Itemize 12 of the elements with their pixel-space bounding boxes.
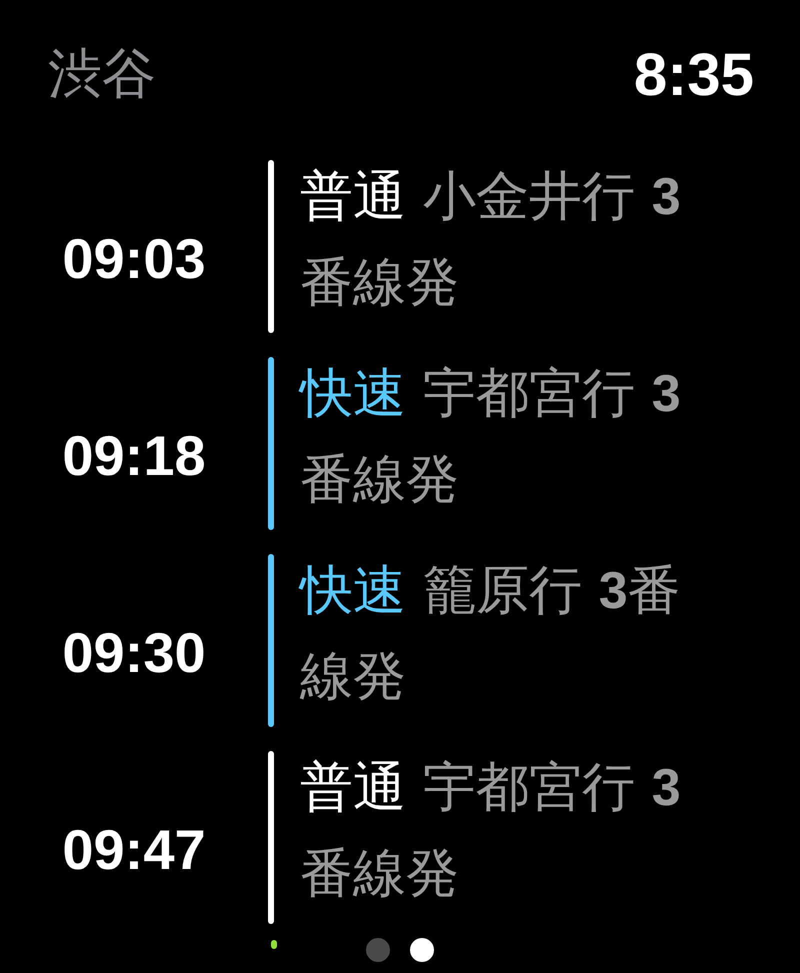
departure-time: 09:30 [62,620,206,685]
departure-time: 09:18 [62,423,206,488]
departure-info: 快速 籠原行 3番線発 [300,559,682,709]
station-name: 渋谷 [48,40,156,106]
departure-info: 普通 小金井行 3番線発 [300,165,682,315]
page-indicator-dot[interactable] [366,938,390,962]
page-indicator-dot[interactable] [410,938,434,962]
clock: 8:35 [634,40,754,108]
departure-time: 09:47 [62,817,206,882]
departure-time: 09:03 [62,226,206,291]
departure-info: 普通 宇都宮行 3番線発 [300,756,682,906]
departure-info: 快速 宇都宮行 3番線発 [300,362,682,512]
